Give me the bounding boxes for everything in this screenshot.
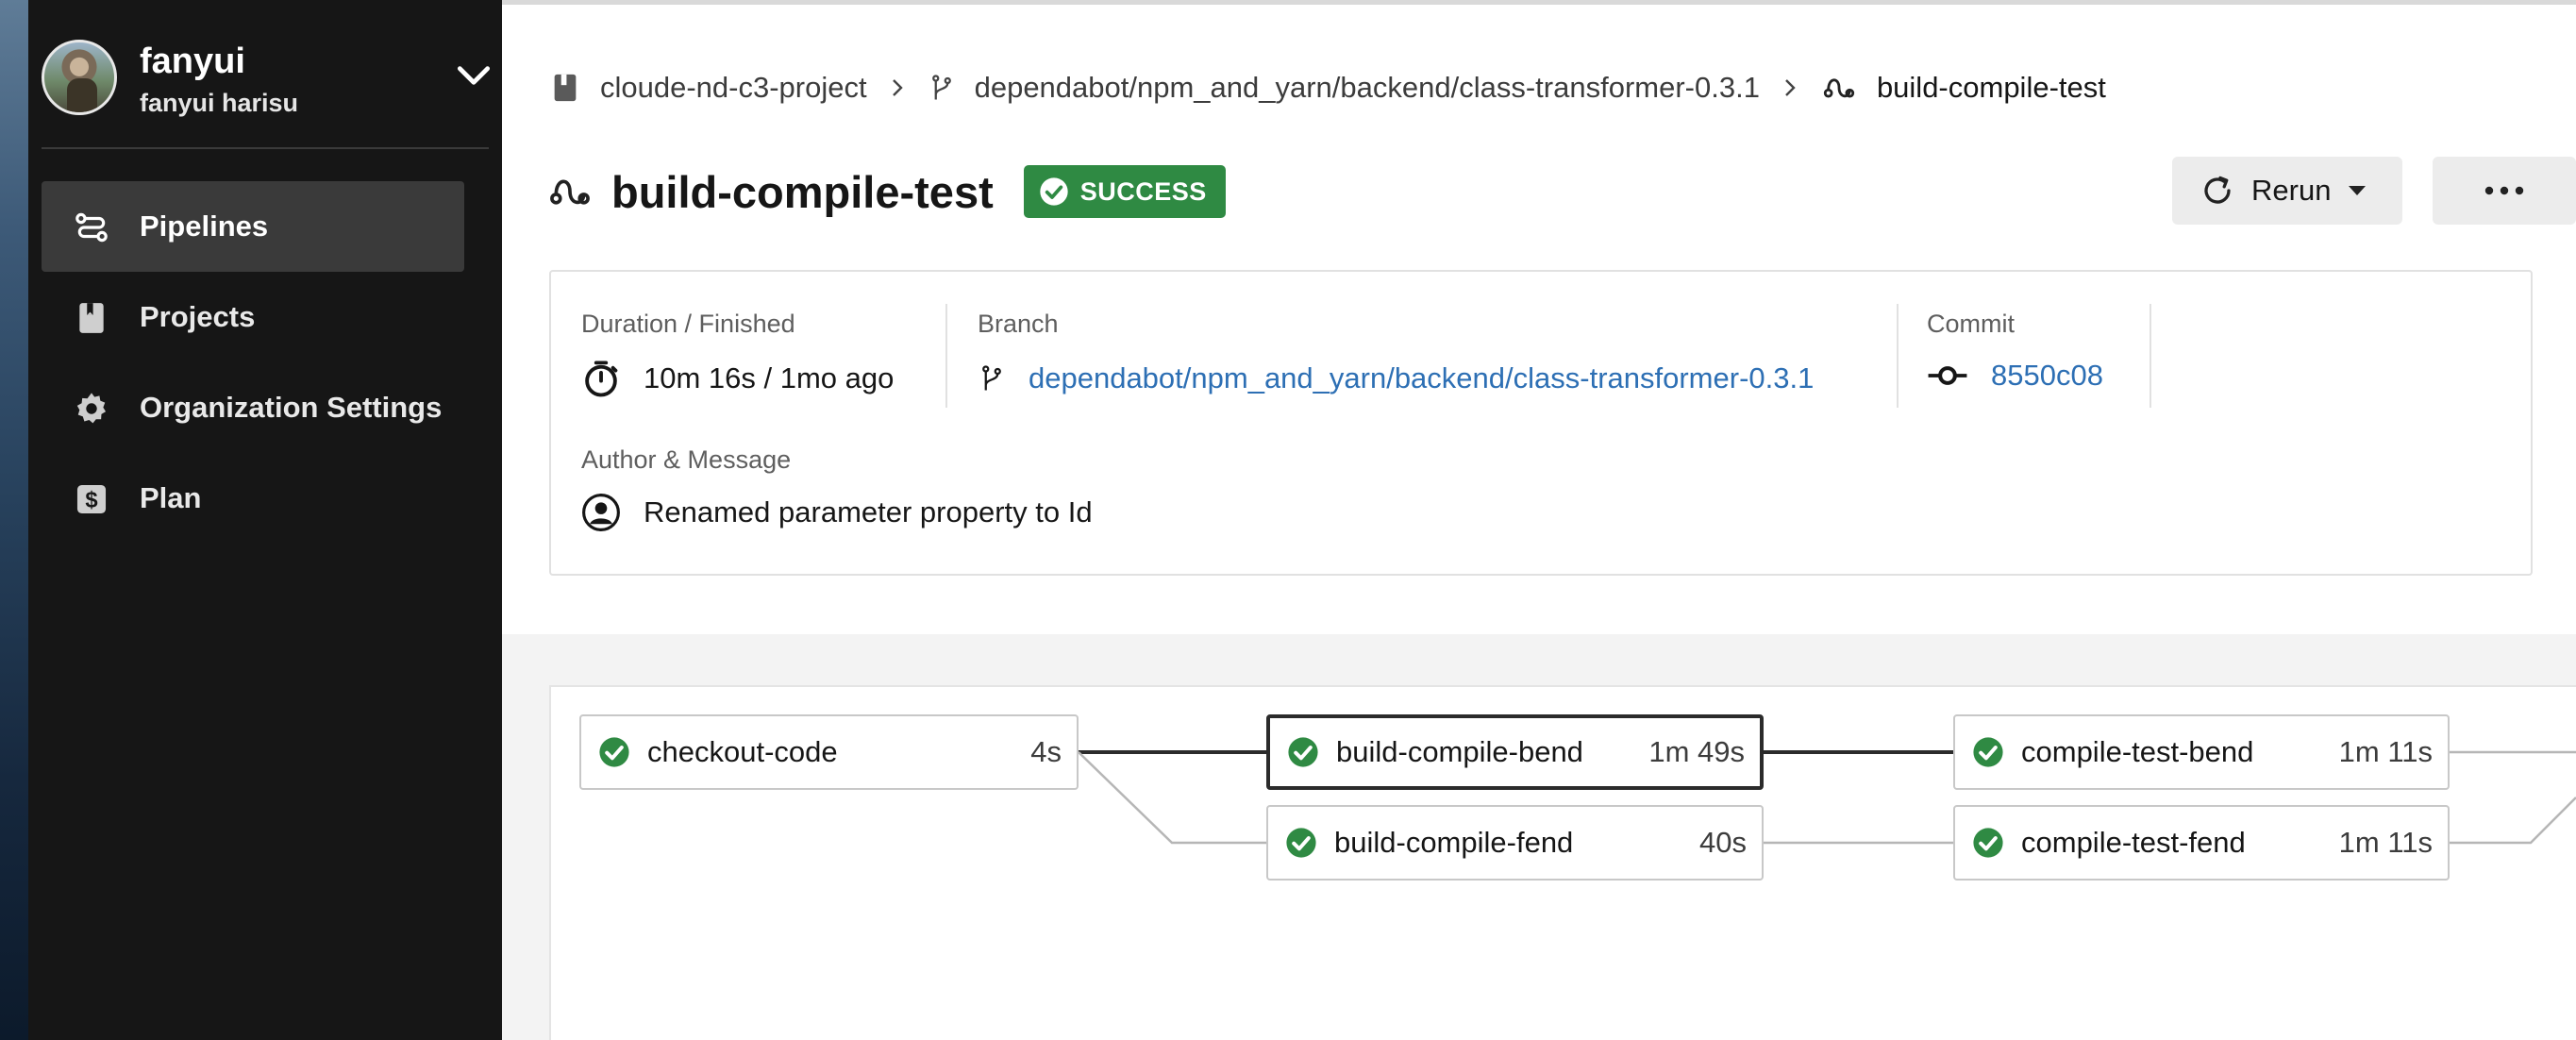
rerun-button[interactable]: Rerun <box>2172 157 2402 225</box>
workflow-icon <box>1823 78 1855 98</box>
job-compile-test-bend[interactable]: compile-test-bend 1m 11s <box>1953 714 2450 790</box>
check-circle-icon <box>1288 737 1318 767</box>
sidebar-item-plan[interactable]: $ Plan <box>42 453 464 544</box>
check-circle-icon <box>1286 828 1316 858</box>
breadcrumb: cloude-nd-c3-project dependabot/npm_and_… <box>549 66 2106 109</box>
duration-label: Duration / Finished <box>581 310 795 338</box>
author-message-label: Author & Message <box>581 445 792 474</box>
avatar <box>42 40 117 115</box>
commit-message: Renamed parameter property to Id <box>581 493 1093 532</box>
sidebar-nav: Pipelines Projects Organization Settings <box>42 181 464 544</box>
sidebar-item-pipelines[interactable]: Pipelines <box>42 181 464 272</box>
check-circle-icon <box>1973 737 2003 767</box>
commit-message-text: Renamed parameter property to Id <box>644 495 1093 528</box>
check-circle-icon <box>1973 828 2003 858</box>
sidebar-item-label: Projects <box>140 300 256 333</box>
branch-icon <box>982 365 1001 391</box>
user-icon <box>582 494 620 531</box>
job-compile-test-fend[interactable]: compile-test-fend 1m 11s <box>1953 805 2450 881</box>
sidebar-item-label: Pipelines <box>140 210 269 243</box>
pipeline-details-card: Duration / Finished 10m 16s / 1mo ago Br… <box>549 270 2533 576</box>
check-circle-icon <box>1040 177 1068 206</box>
refresh-icon <box>2204 176 2231 204</box>
job-name: build-compile-bend <box>1336 735 1583 768</box>
branch-link-text: dependabot/npm_and_yarn/backend/class-tr… <box>1029 361 1815 394</box>
breadcrumb-workflow: build-compile-test <box>1820 71 2106 105</box>
job-duration: 1m 49s <box>1648 735 1745 768</box>
breadcrumb-project[interactable]: cloude-nd-c3-project <box>549 70 867 106</box>
job-build-compile-fend[interactable]: build-compile-fend 40s <box>1266 805 1764 881</box>
more-options-button[interactable] <box>2433 157 2576 225</box>
divider <box>2149 304 2151 408</box>
caret-down-icon <box>2349 186 2367 195</box>
breadcrumb-branch[interactable]: dependabot/npm_and_yarn/backend/class-tr… <box>928 68 1760 108</box>
gear-icon <box>76 393 107 424</box>
more-horizontal-icon <box>2484 186 2524 195</box>
sidebar-divider <box>42 147 489 149</box>
job-duration: 1m 11s <box>2338 826 2433 859</box>
sidebar-item-label: Plan <box>140 481 202 514</box>
job-duration: 40s <box>1699 826 1747 859</box>
page: fanyui fanyui harisu Pipelines Projects … <box>0 0 2576 1040</box>
desktop-background <box>0 0 28 1040</box>
commit-label: Commit <box>1927 310 2015 338</box>
job-duration: 1m 11s <box>2338 735 2433 768</box>
duration-value: 10m 16s / 1mo ago <box>581 359 894 398</box>
pipelines-icon <box>75 212 108 243</box>
breadcrumb-project-label: cloude-nd-c3-project <box>600 71 867 104</box>
status-badge: SUCCESS <box>1023 165 1226 218</box>
divider <box>1897 304 1899 408</box>
sidebar-item-label: Organization Settings <box>140 391 443 424</box>
job-duration: 4s <box>1030 735 1062 768</box>
job-build-compile-bend[interactable]: build-compile-bend 1m 49s <box>1266 714 1764 790</box>
check-circle-icon <box>599 737 629 767</box>
dollar-icon: $ <box>76 484 107 514</box>
branch-icon <box>931 75 951 100</box>
duration-text: 10m 16s / 1mo ago <box>644 361 895 394</box>
job-name: build-compile-fend <box>1334 826 1574 859</box>
sidebar: fanyui fanyui harisu Pipelines Projects … <box>28 0 502 1040</box>
workflow-icon <box>550 179 590 205</box>
job-name: checkout-code <box>647 735 838 768</box>
top-border <box>502 0 2576 5</box>
job-checkout-code[interactable]: checkout-code 4s <box>579 714 1079 790</box>
job-name: compile-test-fend <box>2021 826 2246 859</box>
status-badge-label: SUCCESS <box>1079 176 1207 206</box>
branch-link[interactable]: dependabot/npm_and_yarn/backend/class-tr… <box>978 357 1814 400</box>
chevron-down-icon[interactable] <box>453 55 494 96</box>
divider <box>945 304 947 408</box>
book-icon <box>79 303 104 333</box>
sidebar-item-organization-settings[interactable]: Organization Settings <box>42 362 464 453</box>
breadcrumb-branch-label: dependabot/npm_and_yarn/backend/class-tr… <box>974 71 1760 104</box>
commit-icon <box>1928 366 1967 385</box>
book-icon <box>554 74 577 102</box>
page-title: build-compile-test <box>611 166 994 217</box>
timer-icon <box>585 361 618 397</box>
sidebar-item-projects[interactable]: Projects <box>42 272 464 362</box>
user-full-name: fanyui harisu <box>140 89 299 117</box>
rerun-label: Rerun <box>2251 174 2332 207</box>
chevron-right-icon <box>1779 74 1801 102</box>
commit-link[interactable]: 8550c08 <box>1927 359 2103 393</box>
title-row: build-compile-test SUCCESS <box>549 159 1226 225</box>
breadcrumb-workflow-label: build-compile-test <box>1876 71 2106 104</box>
user-menu[interactable]: fanyui fanyui harisu <box>42 36 494 121</box>
username: fanyui <box>140 42 245 81</box>
job-name: compile-test-bend <box>2021 735 2254 768</box>
commit-link-text: 8550c08 <box>1991 359 2103 392</box>
chevron-right-icon <box>886 74 909 102</box>
branch-label: Branch <box>978 310 1059 338</box>
main-content: cloude-nd-c3-project dependabot/npm_and_… <box>502 0 2576 1040</box>
svg-text:$: $ <box>85 488 97 513</box>
